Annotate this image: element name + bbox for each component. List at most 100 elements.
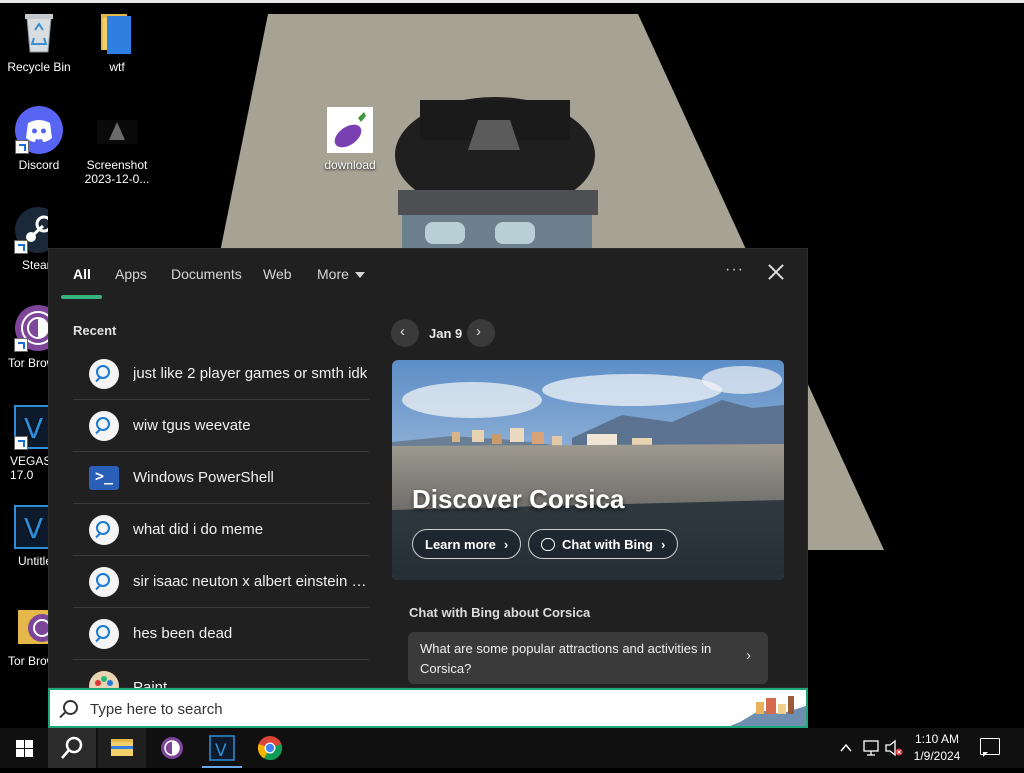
chat-with-bing-button[interactable]: Chat with Bing ›: [528, 529, 679, 559]
desktop-icon-screenshot[interactable]: Screenshot 2023-12-0...: [78, 106, 156, 186]
desktop-icon-tor-browser-folder[interactable]: Tor Browser: [0, 602, 48, 668]
next-day-button[interactable]: ›: [467, 319, 495, 347]
taskbar-search-button[interactable]: [48, 728, 96, 768]
network-icon[interactable]: [862, 728, 882, 768]
chevron-right-icon: ›: [746, 647, 751, 664]
chrome-icon: [257, 736, 283, 761]
recent-item[interactable]: hes been dead: [73, 609, 369, 660]
tab-apps[interactable]: Apps: [115, 266, 147, 282]
recent-item[interactable]: what did i do meme: [73, 505, 369, 556]
svg-text:V: V: [24, 512, 43, 545]
desktop-icon-vegas[interactable]: V VEGAS 17.0: [0, 402, 48, 482]
show-hidden-icons-chevron-icon[interactable]: [838, 728, 854, 768]
shortcut-arrow-icon: [14, 338, 28, 352]
system-clock[interactable]: 1:10 AM 1/9/2024: [902, 731, 972, 765]
tab-all[interactable]: All: [73, 266, 91, 282]
desktop-icon-recycle-bin[interactable]: Recycle Bin: [0, 8, 78, 74]
desktop-icon-label: Recycle Bin: [7, 60, 71, 74]
taskbar-file-explorer[interactable]: [98, 728, 146, 768]
search-tabs: All Apps Documents Web More ···: [49, 249, 807, 301]
eggplant-image-icon: [326, 106, 374, 154]
date-navigation: ‹ Jan 9 ›: [391, 319, 591, 347]
bing-hero-card[interactable]: Discover Corsica Learn more › Chat with B…: [392, 360, 784, 580]
desktop-icon-label: Screenshot 2023-12-0...: [84, 158, 150, 186]
desktop-icon-wtf-folder[interactable]: wtf: [78, 8, 156, 74]
search-icon: [89, 515, 119, 545]
desktop-icon-tor-browser[interactable]: Tor Browser: [0, 304, 48, 370]
recent-item[interactable]: sir isaac neuton x albert einstein e...: [73, 557, 369, 608]
search-input[interactable]: [88, 694, 692, 724]
chat-suggestion-text: What are some popular attractions and ac…: [420, 641, 712, 676]
close-button[interactable]: [765, 261, 787, 283]
desktop-icon-label: Steam: [22, 258, 48, 272]
desktop-icon-discord[interactable]: Discord: [0, 106, 78, 172]
recent-item-label: just like 2 player games or smth idk: [133, 365, 368, 382]
chevron-right-icon: ›: [503, 537, 509, 552]
desktop-icon-untitled[interactable]: V Untitled: [0, 502, 48, 568]
recent-item-label: hes been dead: [133, 625, 233, 642]
tor-folder-icon: [14, 602, 48, 650]
recent-item-label: wiw tgus weevate: [133, 417, 251, 434]
desktop-icon-label: Untitled: [18, 554, 48, 568]
tor-browser-icon: [161, 737, 183, 759]
tab-web[interactable]: Web: [263, 266, 292, 282]
search-icon: [63, 700, 78, 715]
chevron-right-icon: ›: [661, 537, 666, 552]
previous-day-button[interactable]: ‹: [391, 319, 419, 347]
taskbar-search-box[interactable]: [48, 688, 808, 728]
desktop-icon-label: download: [324, 158, 376, 172]
folder-icon: [111, 739, 133, 756]
taskbar-vegas[interactable]: V: [198, 728, 246, 768]
desktop-icon-label: wtf: [109, 60, 125, 74]
search-icon: [89, 411, 119, 441]
search-icon: [89, 567, 119, 597]
tab-more-label: More: [317, 266, 349, 282]
svg-text:V: V: [215, 741, 227, 761]
volume-muted-icon[interactable]: [884, 728, 904, 768]
shortcut-arrow-icon: [14, 436, 28, 450]
shortcut-arrow-icon: [15, 140, 29, 154]
recent-item-label: Windows PowerShell: [133, 469, 274, 486]
desktop-icon-label: Tor Browser: [8, 356, 48, 370]
vegas-icon: V: [209, 735, 235, 761]
desktop-icon-download[interactable]: download: [311, 106, 389, 172]
chevron-left-icon: ‹: [400, 323, 405, 340]
chat-suggestion-card[interactable]: What are some popular attractions and ac…: [408, 632, 768, 684]
caret-down-icon: [354, 272, 365, 279]
search-flyout: All Apps Documents Web More ··· Recent j…: [48, 248, 808, 701]
recycle-bin-icon: [15, 8, 63, 56]
desktop-icon-steam[interactable]: Steam: [0, 206, 48, 272]
shortcut-arrow-icon: [14, 240, 28, 254]
powershell-icon: >_: [89, 466, 119, 490]
search-icon: [89, 359, 119, 389]
desktop-icon-label: Discord: [18, 158, 60, 172]
search-icon: [61, 736, 83, 759]
chevron-right-icon: ›: [476, 323, 481, 340]
desktop-icon-label: Tor Browser: [8, 654, 48, 668]
vegas-icon: V: [14, 402, 48, 450]
tab-more[interactable]: More: [317, 266, 365, 282]
desktop-icon-label: VEGAS 17.0: [10, 454, 48, 482]
search-icon: [89, 619, 119, 649]
recent-item[interactable]: >_ Windows PowerShell: [73, 453, 369, 504]
start-button[interactable]: [0, 728, 48, 768]
notification-center-icon[interactable]: [980, 738, 1000, 757]
tor-browser-icon: [14, 304, 48, 352]
tab-documents[interactable]: Documents: [171, 266, 242, 282]
recent-item[interactable]: wiw tgus weevate: [73, 401, 369, 452]
learn-more-button[interactable]: Learn more ›: [412, 529, 522, 559]
taskbar-tor-browser[interactable]: [148, 728, 196, 768]
taskbar: V 1:10 AM 1/9/2024: [0, 728, 1024, 768]
chat-with-bing-label: Chat with Bing: [562, 537, 653, 552]
image-file-icon: [93, 106, 141, 154]
taskbar-chrome[interactable]: [246, 728, 294, 768]
recent-item[interactable]: just like 2 player games or smth idk: [73, 349, 369, 400]
learn-more-label: Learn more: [425, 537, 496, 552]
folder-icon: [93, 8, 141, 56]
date-label: Jan 9: [429, 326, 463, 341]
more-options-button[interactable]: ···: [725, 261, 744, 279]
recent-item-label: sir isaac neuton x albert einstein e...: [133, 573, 369, 590]
chat-bubble-icon: [541, 538, 555, 551]
discord-icon: [15, 106, 63, 154]
active-tab-indicator: [61, 295, 102, 299]
